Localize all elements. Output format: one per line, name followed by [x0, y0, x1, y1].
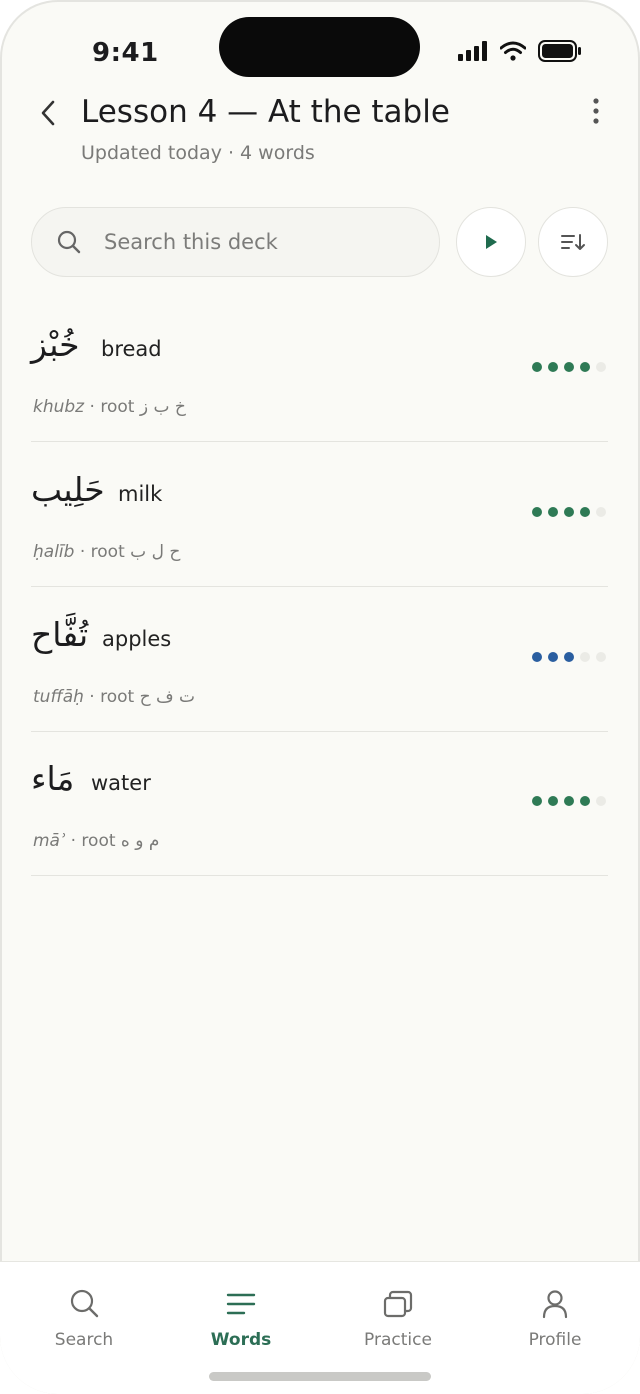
- progress-dot-filled: [564, 652, 574, 662]
- back-button[interactable]: [34, 97, 62, 129]
- word-root: ت ف ح: [139, 687, 196, 707]
- word-transliteration: ḥalīb: [33, 542, 75, 562]
- dynamic-island: [219, 17, 420, 77]
- word-english: bread: [101, 337, 162, 361]
- progress-dot-filled: [564, 507, 574, 517]
- word-root: م و ه: [120, 831, 160, 851]
- status-time: 9:41: [92, 38, 159, 68]
- list-icon: [226, 1293, 256, 1315]
- cards-icon: [383, 1290, 413, 1318]
- progress-dot-empty: [596, 507, 606, 517]
- search-input[interactable]: [102, 229, 406, 255]
- more-vertical-icon: [593, 98, 599, 124]
- search-box[interactable]: [31, 207, 440, 277]
- progress-dot-filled: [548, 362, 558, 372]
- progress-dots: [532, 507, 606, 517]
- progress-dots: [532, 362, 606, 372]
- root-label: root: [90, 542, 125, 562]
- progress-dots: [532, 652, 606, 662]
- progress-dots: [532, 796, 606, 806]
- root-label: root: [100, 397, 135, 417]
- progress-dot-filled: [548, 507, 558, 517]
- progress-dot-filled: [532, 796, 542, 806]
- word-meta: khubz · root خ ب ز: [33, 397, 186, 417]
- word-arabic: تُفَّاح: [31, 615, 89, 654]
- word-row-water[interactable]: مَاء water māʾ · root م و ه: [31, 731, 608, 876]
- signal-icon: [458, 41, 487, 61]
- phone-screen: 9:41 Lesson 4 — At the table Updated tod…: [0, 0, 640, 1394]
- word-row-apples[interactable]: تُفَّاح apples tuffāḥ · root ت ف ح: [31, 587, 608, 732]
- root-label: root: [100, 687, 135, 707]
- tab-label: Practice: [364, 1330, 432, 1350]
- progress-dot-filled: [548, 796, 558, 806]
- tab-practice[interactable]: Practice: [338, 1286, 458, 1350]
- word-root: خ ب ز: [139, 397, 186, 417]
- tab-search[interactable]: Search: [24, 1286, 144, 1350]
- chevron-left-icon: [41, 100, 55, 126]
- word-meta: tuffāḥ · root ت ف ح: [33, 687, 196, 707]
- word-transliteration: khubz: [33, 397, 85, 417]
- sort-icon: [561, 234, 585, 250]
- word-transliteration: māʾ: [33, 831, 66, 851]
- play-button[interactable]: [456, 207, 526, 277]
- battery-icon: [538, 40, 581, 62]
- sort-button[interactable]: [538, 207, 608, 277]
- page-subtitle: Updated today · 4 words: [81, 142, 315, 164]
- person-icon: [542, 1290, 568, 1319]
- tab-label: Search: [54, 1330, 114, 1350]
- word-transliteration: tuffāḥ: [33, 687, 84, 707]
- tab-profile[interactable]: Profile: [495, 1286, 615, 1350]
- progress-dot-filled: [564, 796, 574, 806]
- progress-dot-filled: [580, 507, 590, 517]
- page-title: Lesson 4 — At the table: [81, 94, 450, 130]
- progress-dot-filled: [548, 652, 558, 662]
- word-arabic: حَلِيب: [31, 470, 105, 509]
- progress-dot-filled: [580, 796, 590, 806]
- progress-dot-filled: [532, 362, 542, 372]
- word-meta: ḥalīb · root ح ل ب: [33, 542, 181, 562]
- progress-dot-empty: [596, 796, 606, 806]
- wifi-icon: [500, 41, 526, 61]
- progress-dot-empty: [580, 652, 590, 662]
- word-arabic: مَاء: [31, 759, 75, 798]
- root-label: root: [81, 831, 116, 851]
- word-row-bread[interactable]: خُبْز bread khubz · root خ ب ز: [31, 297, 608, 442]
- tab-label: Words: [210, 1330, 272, 1350]
- progress-dot-filled: [532, 507, 542, 517]
- word-arabic: خُبْز: [31, 325, 80, 364]
- progress-dot-empty: [596, 362, 606, 372]
- status-icons: [458, 40, 582, 62]
- word-meta: māʾ · root م و ه: [33, 831, 160, 851]
- progress-dot-filled: [532, 652, 542, 662]
- home-indicator[interactable]: [209, 1372, 431, 1381]
- word-root: ح ل ب: [130, 542, 181, 562]
- tab-label: Profile: [528, 1330, 582, 1350]
- search-icon: [57, 230, 81, 254]
- tab-words[interactable]: Words: [181, 1286, 301, 1350]
- word-english: apples: [102, 627, 172, 651]
- play-icon: [486, 235, 497, 249]
- more-button[interactable]: [582, 94, 610, 128]
- search-icon: [70, 1289, 99, 1318]
- word-english: milk: [118, 482, 163, 506]
- word-row-milk[interactable]: حَلِيب milk ḥalīb · root ح ل ب: [31, 442, 608, 587]
- progress-dot-filled: [580, 362, 590, 372]
- progress-dot-filled: [564, 362, 574, 372]
- word-english: water: [91, 771, 151, 795]
- progress-dot-empty: [596, 652, 606, 662]
